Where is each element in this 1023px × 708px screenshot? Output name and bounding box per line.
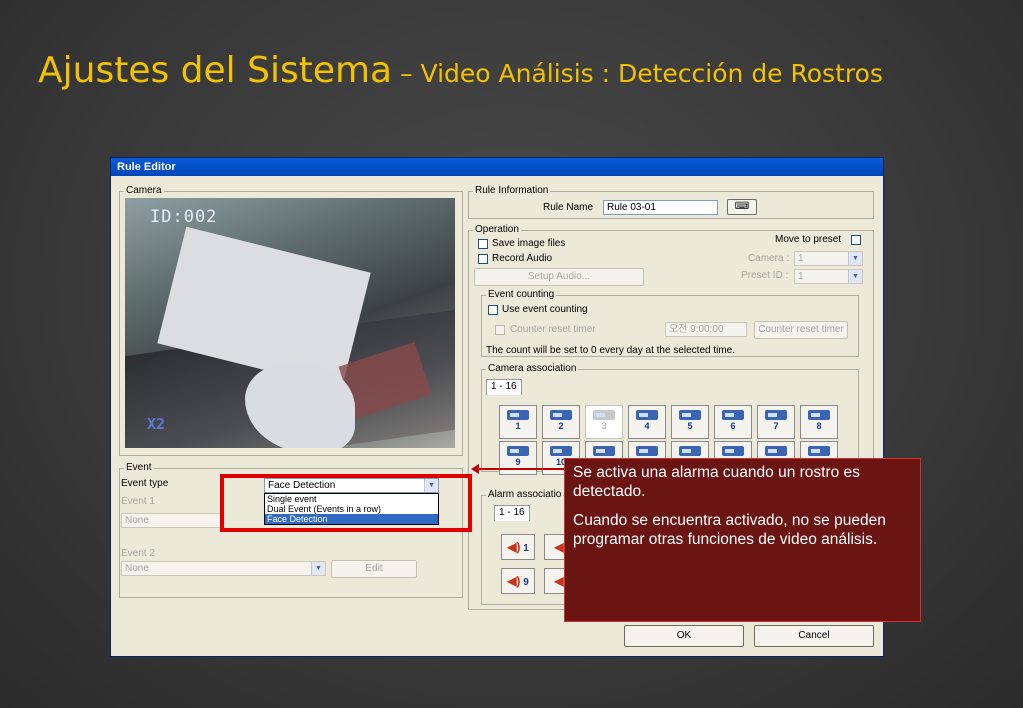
camera-number: 6	[730, 421, 736, 431]
camera-preview: ID:002 X2	[125, 198, 455, 448]
camera-icon	[765, 410, 787, 420]
callout-arrow	[477, 468, 565, 470]
event1-label: Event 1	[121, 496, 155, 507]
rule-name-label: Rule Name	[543, 202, 594, 213]
camera-icon	[593, 410, 615, 420]
rule-info-group-label: Rule Information	[473, 185, 551, 197]
camera-button-2[interactable]: 2	[542, 405, 580, 439]
counter-reset-checkbox[interactable]	[495, 325, 505, 335]
alarm-number: 1	[523, 543, 529, 554]
camera-button-3[interactable]: 3	[585, 405, 623, 439]
setup-audio-button[interactable]: Setup Audio...	[474, 268, 644, 286]
camera-number: 8	[816, 421, 822, 431]
save-image-checkbox[interactable]	[478, 239, 488, 249]
camera-select[interactable]: 1 ▼	[794, 251, 863, 266]
move-to-preset-label: Move to preset	[775, 234, 842, 245]
slide-title-main: Ajustes del Sistema	[38, 50, 393, 91]
camera-label: Camera :	[748, 253, 790, 264]
speaker-icon: ◀)	[507, 574, 521, 588]
tab-cameras-1-16[interactable]: 1 - 16	[486, 379, 522, 395]
counter-reset-button[interactable]: Counter reset timer	[754, 321, 848, 339]
callout-box: Se activa una alarma cuando un rostro es…	[564, 458, 921, 622]
camera-icon	[636, 410, 658, 420]
speaker-icon: ◀)	[507, 540, 521, 554]
camera-icon	[550, 446, 572, 456]
preset-select-value: 1	[798, 271, 804, 282]
camera-button-8[interactable]: 8	[800, 405, 838, 439]
chevron-down-icon[interactable]: ▼	[311, 562, 325, 575]
use-event-counting-checkbox[interactable]	[488, 305, 498, 315]
camera-number: 9	[515, 457, 521, 467]
camera-icon	[765, 446, 787, 456]
camera-icon	[507, 446, 529, 456]
alarm-button-9[interactable]: ◀) 9	[501, 568, 535, 594]
camera-zoom-overlay: X2	[147, 415, 166, 433]
edit-button[interactable]: Edit	[331, 560, 417, 578]
count-note: The count will be set to 0 every day at …	[486, 345, 736, 356]
camera-group-label: Camera	[124, 185, 164, 197]
camera-icon	[808, 410, 830, 420]
camera-association-group-label: Camera association	[486, 363, 579, 375]
camera-number: 5	[687, 421, 693, 431]
save-image-label: Save image files	[492, 238, 566, 249]
preset-select[interactable]: 1 ▼	[794, 269, 863, 284]
event-counting-group-label: Event counting	[486, 289, 557, 301]
slide-title-sub: – Video Análisis : Detección de Rostros	[392, 59, 883, 88]
camera-number: 1	[515, 421, 521, 431]
event1-value: None	[125, 515, 149, 526]
alarm-button-1[interactable]: ◀) 1	[501, 534, 535, 560]
highlight-box	[220, 474, 472, 532]
camera-number: 2	[558, 421, 564, 431]
dialog-titlebar[interactable]: Rule Editor	[111, 158, 883, 176]
callout-text-1: Se activa una alarma cuando un rostro es…	[573, 464, 860, 500]
tab-alarms-1-16[interactable]: 1 - 16	[494, 505, 530, 521]
event2-value: None	[125, 563, 149, 574]
chevron-down-icon[interactable]: ▼	[848, 270, 862, 283]
event-type-label: Event type	[121, 478, 169, 489]
timer-input[interactable]: 오전 9:00:00	[665, 322, 747, 337]
alarm-number: 9	[523, 577, 529, 588]
camera-number: 3	[601, 421, 607, 431]
rule-name-input[interactable]: Rule 03-01	[603, 200, 718, 215]
camera-select-value: 1	[798, 253, 804, 264]
event2-label: Event 2	[121, 548, 155, 559]
camera-icon	[593, 446, 615, 456]
use-event-counting-label: Use event counting	[502, 304, 588, 315]
event2-select[interactable]: None ▼	[121, 561, 326, 576]
chevron-down-icon[interactable]: ▼	[848, 252, 862, 265]
camera-button-7[interactable]: 7	[757, 405, 795, 439]
camera-button-6[interactable]: 6	[714, 405, 752, 439]
camera-button-4[interactable]: 4	[628, 405, 666, 439]
arrow-left-icon	[471, 464, 479, 474]
camera-icon	[722, 446, 744, 456]
alarm-association-group-label: Alarm associatio	[486, 489, 564, 501]
camera-icon	[507, 410, 529, 420]
cancel-button[interactable]: Cancel	[754, 625, 874, 647]
camera-icon	[679, 446, 701, 456]
move-to-preset-checkbox[interactable]	[851, 235, 861, 245]
callout-text-2: Cuando se encuentra activado, no se pued…	[573, 512, 886, 548]
operation-group-label: Operation	[473, 224, 521, 236]
camera-button-5[interactable]: 5	[671, 405, 709, 439]
camera-icon	[636, 446, 658, 456]
slide-title: Ajustes del Sistema – Video Análisis : D…	[38, 50, 883, 91]
ok-button[interactable]: OK	[624, 625, 744, 647]
camera-number: 4	[644, 421, 650, 431]
camera-icon	[722, 410, 744, 420]
camera-icon	[808, 446, 830, 456]
preset-label: Preset ID :	[741, 270, 789, 281]
record-audio-checkbox[interactable]	[478, 254, 488, 264]
keyboard-icon[interactable]: ⌨	[727, 199, 757, 215]
event1-select[interactable]: None	[121, 513, 221, 528]
camera-id-overlay: ID:002	[150, 207, 218, 227]
counter-reset-label: Counter reset timer	[510, 324, 596, 335]
camera-icon	[550, 410, 572, 420]
camera-button-1[interactable]: 1	[499, 405, 537, 439]
camera-number: 7	[773, 421, 779, 431]
event-group-label: Event	[124, 462, 154, 474]
record-audio-label: Record Audio	[492, 253, 553, 264]
camera-icon	[679, 410, 701, 420]
